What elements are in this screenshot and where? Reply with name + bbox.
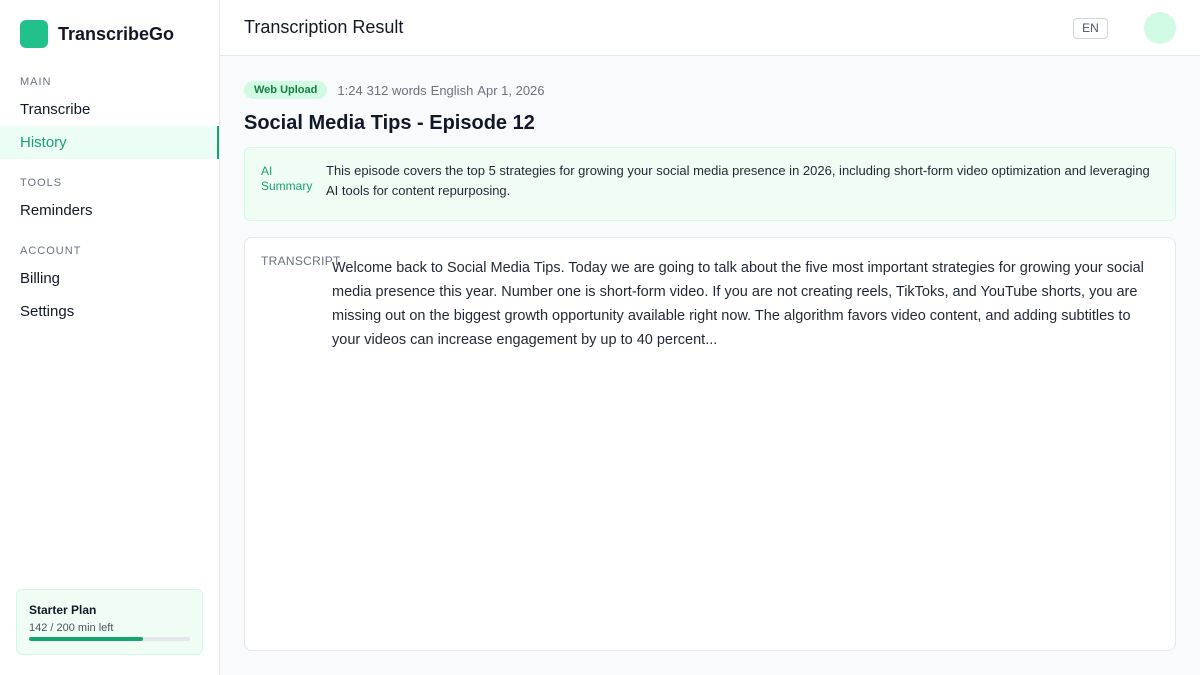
- meta-duration: 1:24: [337, 82, 363, 98]
- logo-icon: [20, 20, 48, 48]
- language-selector[interactable]: EN: [1073, 18, 1108, 39]
- ai-summary-box: AI Summary This episode covers the top 5…: [244, 147, 1176, 221]
- meta-row: Web Upload 1:24 312 words English Apr 1, 20…: [244, 81, 1176, 99]
- brand-name: TranscribeGo: [58, 23, 175, 44]
- section-label-tools: TOOLS: [20, 177, 63, 189]
- sidebar-item-history[interactable]: History: [0, 126, 219, 159]
- ai-summary-label: AI Summary: [261, 164, 313, 193]
- ai-summary-text: This episode covers the top 5 strategies…: [326, 163, 1150, 198]
- section-label-main: MAIN: [20, 76, 52, 88]
- page-title: Transcription Result: [244, 17, 404, 37]
- meta-language: English: [430, 82, 474, 98]
- meta-info: 1:24 312 words English Apr 1, 2026: [337, 83, 548, 98]
- meta-words: 312 words: [366, 82, 427, 98]
- content: Web Upload 1:24 312 words English Apr 1, 20…: [220, 56, 1200, 651]
- plan-usage-bar: [29, 637, 190, 641]
- plan-usage: 142 / 200 min left: [29, 622, 114, 634]
- source-badge: Web Upload: [244, 81, 328, 99]
- sidebar-item-settings[interactable]: Settings: [0, 295, 219, 328]
- topbar: Transcription Result EN: [220, 0, 1200, 56]
- sidebar: TranscribeGo MAIN Transcribe History TOO…: [0, 0, 220, 675]
- plan-name: Starter Plan: [29, 603, 97, 617]
- main: Transcription Result EN Web Upload 1:24 3…: [220, 0, 1200, 675]
- plan-card[interactable]: Starter Plan 142 / 200 min left: [16, 589, 203, 655]
- app: TranscribeGo MAIN Transcribe History TOO…: [0, 0, 1200, 675]
- transcript-text[interactable]: Welcome back to Social Media Tips. Today…: [332, 256, 1159, 650]
- meta-date: Apr 1, 2026: [477, 82, 545, 98]
- doc-title: Social Media Tips - Episode 12: [244, 112, 535, 134]
- avatar[interactable]: [1144, 12, 1176, 44]
- section-label-account: ACCOUNT: [20, 245, 82, 257]
- transcript-label: TRANSCRIPT: [261, 254, 341, 268]
- transcript-box[interactable]: TRANSCRIPT Welcome back to Social Media …: [244, 237, 1176, 651]
- sidebar-item-billing[interactable]: Billing: [0, 262, 219, 295]
- brand[interactable]: TranscribeGo: [0, 0, 219, 68]
- sidebar-item-transcribe[interactable]: Transcribe: [0, 93, 219, 126]
- sidebar-item-reminders[interactable]: Reminders: [0, 194, 219, 227]
- plan-usage-fill: [29, 637, 144, 641]
